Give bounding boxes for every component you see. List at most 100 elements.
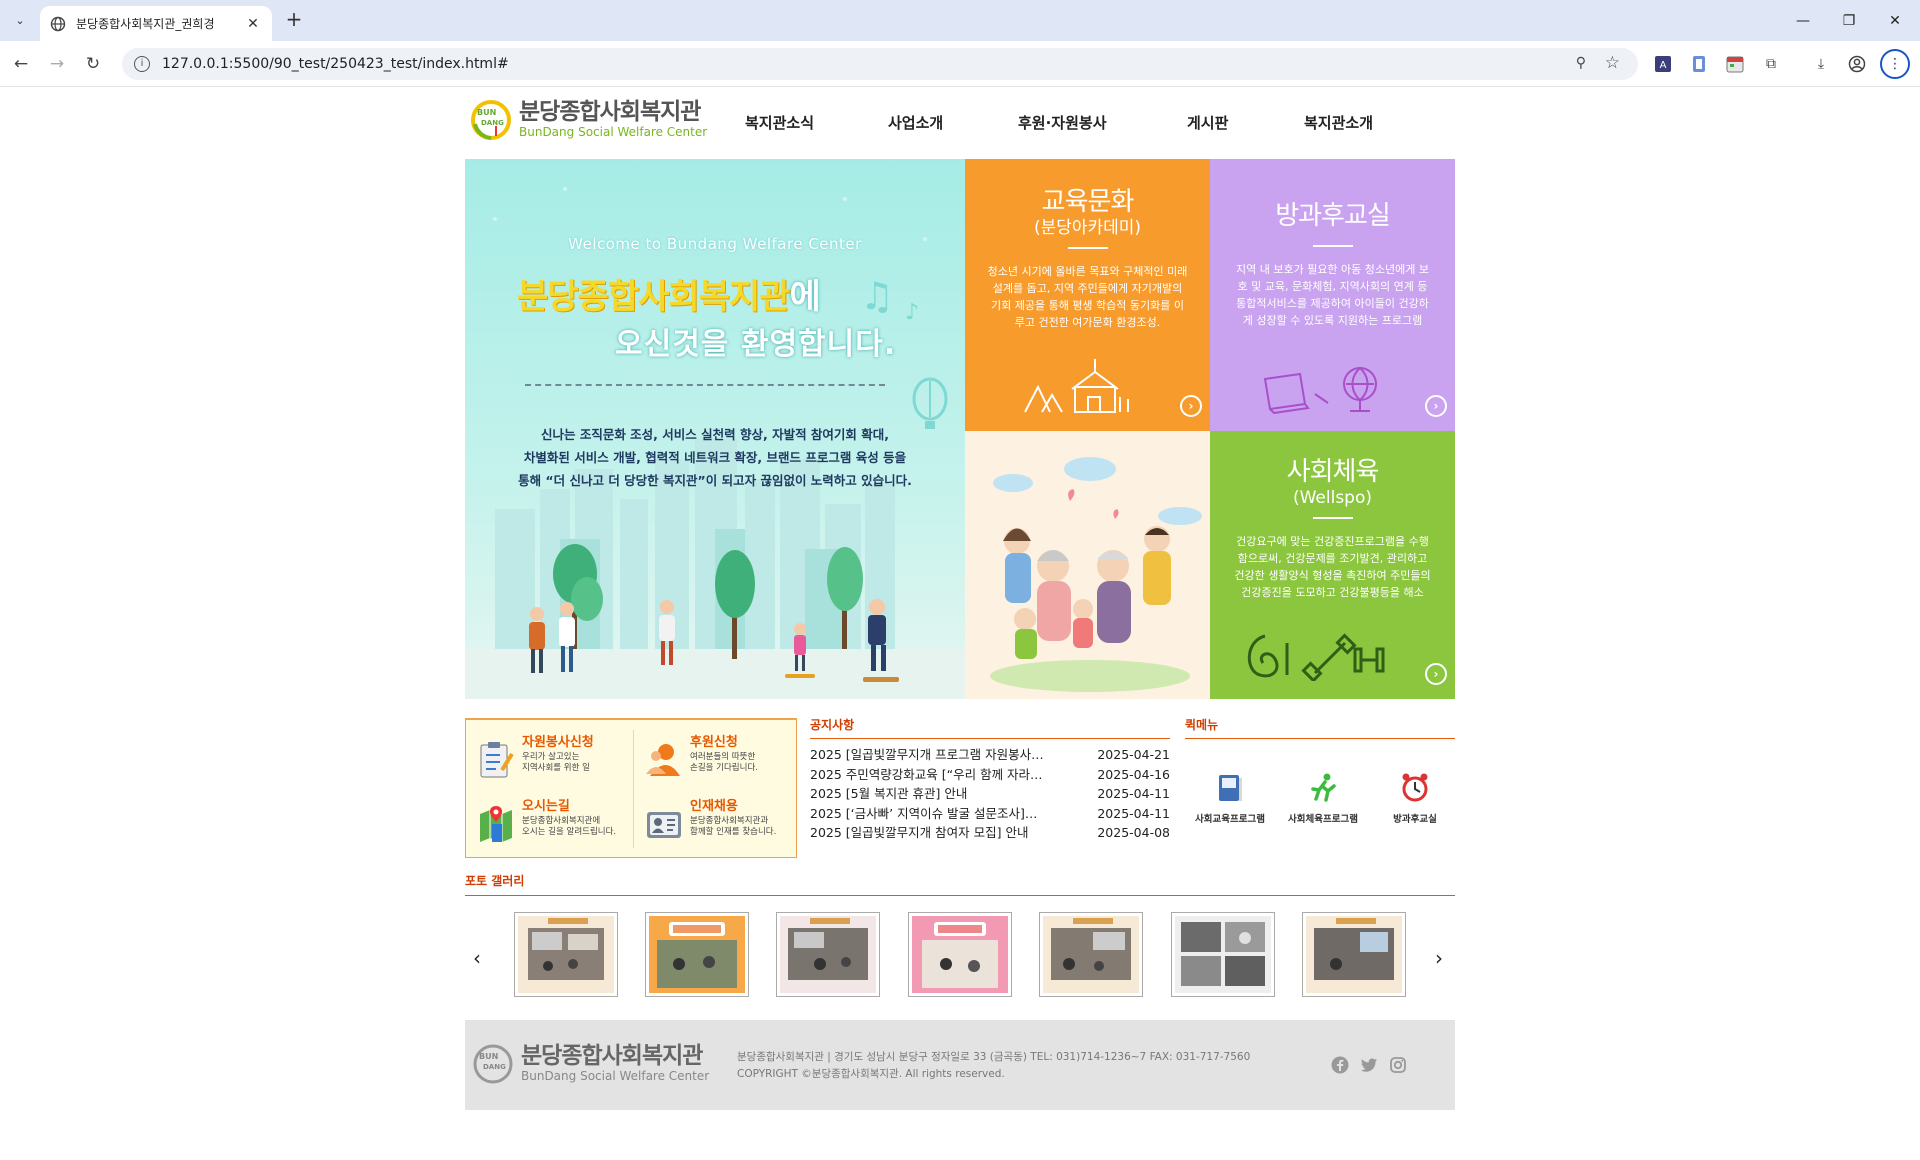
globe-icon — [50, 16, 66, 31]
banner-divider — [525, 384, 885, 386]
tile-subtitle: (Wellspo) — [1292, 488, 1373, 508]
twitter-icon[interactable] — [1360, 1056, 1378, 1074]
family-illustration-panel — [965, 431, 1210, 699]
new-tab-button[interactable]: + — [282, 8, 306, 32]
notice-item[interactable]: 2025 [‘금사빠’ 지역이슈 발굴 설문조사]… 2025-04-11 — [810, 804, 1170, 824]
gallery-thumbnail[interactable] — [1039, 912, 1143, 997]
tile-subtitle: (분당아카데미) — [1033, 218, 1142, 238]
nav-donation-volunteer[interactable]: 후원·자원봉사 — [1018, 112, 1187, 133]
quick-box-title: 오시는길 — [522, 799, 570, 814]
map-icon — [480, 806, 512, 842]
quick-box-desc: 함께할 인재를 찾습니다. — [690, 827, 777, 837]
facebook-icon[interactable] — [1331, 1056, 1349, 1074]
quick-box-title: 인재채용 — [690, 799, 738, 814]
forward-button[interactable]: → — [44, 51, 70, 77]
quick-menu-label: 사회교육프로그램 — [1195, 814, 1265, 825]
gallery-thumbnail[interactable] — [1302, 912, 1406, 997]
svg-text:♫: ♫ — [860, 274, 894, 318]
svg-text:BUN: BUN — [477, 108, 496, 117]
minimize-button[interactable]: — — [1780, 0, 1826, 41]
site-info-icon[interactable]: i — [134, 56, 150, 72]
banner-desc-line: 차별화된 서비스 개발, 협력적 네트워크 확장, 브랜드 프로그램 육성 등을 — [523, 450, 907, 465]
download-icon[interactable]: ⤓ — [1810, 53, 1832, 75]
running-person-icon — [1311, 773, 1336, 802]
notice-date: 2025-04-16 — [1097, 766, 1170, 782]
nav-business-intro[interactable]: 사업소개 — [888, 112, 1018, 133]
zoom-icon[interactable]: ⚲ — [1576, 55, 1586, 71]
close-window-button[interactable]: ✕ — [1872, 0, 1918, 41]
banner-description: 신나는 조직문화 조성, 서비스 실천력 향상, 자발적 참여기회 확대, 차별… — [495, 423, 935, 492]
gallery-prev-button[interactable]: ‹ — [473, 946, 481, 970]
footer-logo-icon: BUN DANG — [473, 1044, 513, 1084]
gallery-thumbnail[interactable] — [645, 912, 749, 997]
tile-divider — [1312, 245, 1353, 247]
tile-social-sports[interactable]: 사회체육 (Wellspo) 건강요구에 맞는 건강증진프로그램을 수행함으로써… — [1210, 431, 1455, 699]
notice-item[interactable]: 2025 [일곱빛깔무지개 프로그램 자원봉사… 2025-04-21 — [810, 745, 1170, 765]
nav-welfare-news[interactable]: 복지관소식 — [745, 112, 888, 133]
bookmark-star-icon[interactable]: ☆ — [1605, 53, 1620, 73]
gallery-photo — [1181, 922, 1265, 986]
tile-after-school[interactable]: 방과후교실 지역 내 보호가 필요한 아동 청소년에게 보호 및 교육, 문화체… — [1210, 159, 1455, 431]
profile-icon[interactable] — [1846, 53, 1868, 75]
quick-menu-after-school[interactable]: 방과후교실 — [1370, 772, 1460, 825]
gallery-thumbnail[interactable] — [776, 912, 880, 997]
quick-menu-section: 퀵메뉴 사회교육프로그램 사회체육프로그램 방과후교실 — [1185, 716, 1455, 825]
tile-arrow-icon[interactable]: › — [1180, 395, 1202, 417]
restore-button[interactable]: ❐ — [1826, 0, 1872, 41]
footer-info: 분당종합사회복지관 | 경기도 성남시 분당구 정자일로 33 (금곡동) TE… — [737, 1049, 1250, 1083]
quick-menu-label: 방과후교실 — [1393, 814, 1437, 825]
footer-logo-korean: 분당종합사회복지관 — [521, 1043, 703, 1069]
recruitment-link[interactable]: 인재채용 분당종합사회복지관과 함께할 인재를 찾습니다. — [646, 798, 796, 858]
quick-menu-social-sports[interactable]: 사회체육프로그램 — [1278, 772, 1368, 825]
footer-logo: BUN DANG 분당종합사회복지관 BunDang Social Welfar… — [471, 1042, 709, 1084]
notice-text: 2025 [‘금사빠’ 지역이슈 발굴 설문조사]… — [810, 805, 1038, 821]
browser-menu-button[interactable]: ⋮ — [1880, 49, 1910, 79]
notice-text: 2025 [일곱빛깔무지개 프로그램 자원봉사… — [810, 747, 1044, 762]
notice-date: 2025-04-21 — [1097, 747, 1170, 762]
tile-title: 사회체육 — [1286, 457, 1380, 487]
quick-menu-social-education[interactable]: 사회교육프로그램 — [1185, 772, 1275, 825]
hero-section: ♫ ♪ Welcome to Bundang Welfare Center 분당… — [465, 159, 1455, 699]
notice-item[interactable]: 2025 주민역량강화교육 [“우리 함께 자라… 2025-04-16 — [810, 765, 1170, 785]
tab-search-button[interactable]: ⌄ — [8, 8, 32, 32]
browser-tab[interactable]: 분당종합사회복지관_권희경 ✕ — [40, 6, 272, 41]
extensions-icon[interactable]: ⧉ — [1760, 53, 1782, 75]
book-icon — [1219, 775, 1242, 801]
welcome-name: 분당종합사회복지관 — [517, 277, 791, 317]
gallery-thumbnail[interactable] — [908, 912, 1012, 997]
instagram-icon[interactable] — [1389, 1056, 1407, 1074]
reader-extension-icon[interactable] — [1688, 53, 1710, 75]
url-text: 127.0.0.1:5500/90_test/250423_test/index… — [162, 56, 509, 72]
calendar-extension-icon[interactable] — [1724, 53, 1746, 75]
main-navigation: 복지관소식 사업소개 후원·자원봉사 게시판 복지관소개 — [745, 112, 1404, 133]
tile-arrow-icon[interactable]: › — [1425, 663, 1447, 685]
nav-board[interactable]: 게시판 — [1187, 112, 1304, 133]
reload-button[interactable]: ↻ — [80, 51, 106, 77]
browser-toolbar: ← → ↻ i 127.0.0.1:5500/90_test/250423_te… — [0, 41, 1920, 87]
gallery-next-button[interactable]: › — [1435, 946, 1443, 970]
notice-item[interactable]: 2025 [일곱빛깔무지개 참여자 모집] 안내 2025-04-08 — [810, 823, 1170, 843]
nav-about[interactable]: 복지관소개 — [1304, 112, 1404, 133]
notice-divider — [810, 738, 1170, 739]
notice-title[interactable]: 공지사항 — [810, 716, 1170, 733]
quick-menu-divider — [1185, 738, 1455, 739]
translate-extension-icon[interactable]: A — [1652, 53, 1674, 75]
notice-item[interactable]: 2025 [5월 복지관 휴관] 안내 2025-04-11 — [810, 784, 1170, 804]
donation-apply-link[interactable]: 후원신청 여러분들의 따뜻한 손길을 기다립니다. — [646, 734, 796, 794]
gallery-thumbnail[interactable] — [1171, 912, 1275, 997]
fitness-equipment-icon — [1247, 633, 1385, 681]
address-bar[interactable]: i 127.0.0.1:5500/90_test/250423_test/ind… — [122, 48, 1638, 80]
directions-link[interactable]: 오시는길 분당종합사회복지관에 오시는 길을 알려드립니다. — [478, 798, 628, 858]
close-tab-icon[interactable]: ✕ — [244, 16, 262, 32]
tile-education-culture[interactable]: 교육문화 (분당아카데미) 청소년 시기에 올바른 목표와 구체적인 미래설계를… — [965, 159, 1210, 431]
gallery-thumbnail[interactable] — [514, 912, 618, 997]
tile-title: 방과후교실 — [1275, 201, 1391, 231]
site-logo[interactable]: BUN DANG 분당종합사회복지관 BunDang Social Welfar… — [469, 98, 707, 140]
back-button[interactable]: ← — [8, 51, 34, 77]
tile-divider — [1067, 247, 1108, 249]
alarm-clock-icon — [1402, 773, 1428, 802]
volunteer-apply-link[interactable]: 자원봉사신청 우리가 살고있는 지역사회를 위한 일 — [478, 734, 628, 794]
tile-arrow-icon[interactable]: › — [1425, 395, 1447, 417]
banner-desc-line: 신나는 조직문화 조성, 서비스 실천력 향상, 자발적 참여기회 확대, — [540, 427, 890, 442]
footer-address: 분당종합사회복지관 | 경기도 성남시 분당구 정자일로 33 (금곡동) TE… — [737, 1051, 1251, 1063]
